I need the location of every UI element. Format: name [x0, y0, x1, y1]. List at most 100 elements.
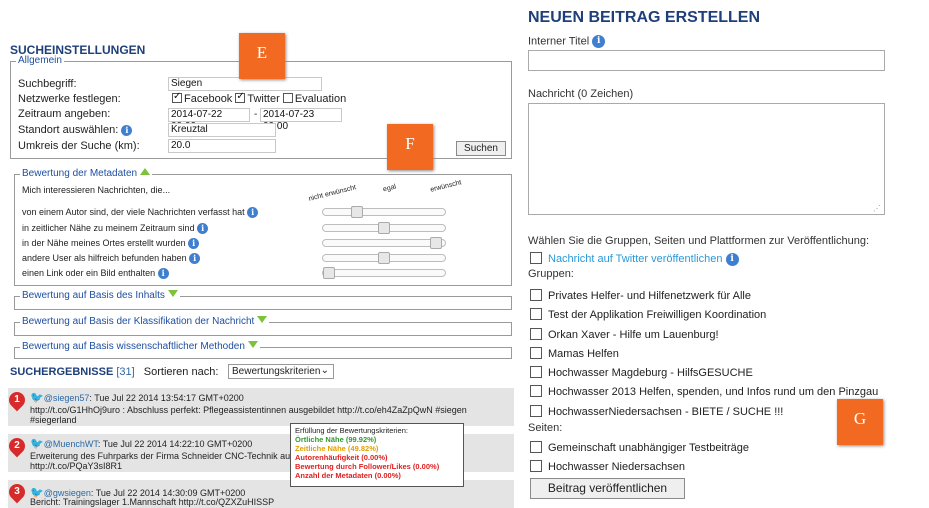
group-checkbox[interactable]	[530, 347, 542, 359]
network-facebook[interactable]: Facebook	[172, 91, 232, 105]
info-icon[interactable]: i	[247, 207, 259, 219]
tooltip-row: Örtliche Nähe (99.92%)	[295, 435, 377, 444]
group-checkbox[interactable]	[530, 328, 542, 340]
group-checkbox[interactable]	[530, 366, 542, 378]
evaluation-checkbox[interactable]	[282, 93, 293, 103]
arrow-down-icon	[167, 290, 178, 297]
group-checkbox[interactable]	[530, 385, 542, 397]
tooltip-row: Anzahl der Metadaten (0.00%)	[295, 471, 401, 480]
marker-f: F	[387, 124, 433, 170]
post-text: http://t.co/G1HhOj9uro : Abschluss perfe…	[30, 405, 467, 415]
group-checkbox[interactable]	[530, 308, 542, 320]
rank-number: 2	[14, 440, 20, 451]
criterion-slider[interactable]	[322, 267, 446, 279]
search-button[interactable]: Suchen	[456, 141, 506, 156]
message-label: Nachricht (0 Zeichen)	[528, 88, 634, 100]
criterion-slider[interactable]	[322, 237, 446, 249]
twitter-bird-icon: 🐦	[30, 392, 44, 404]
group-option[interactable]: HochwasserNiedersachsen - BIETE / SUCHE …	[530, 405, 783, 418]
classification-rating-legend[interactable]: Bewertung auf Basis der Klassifikation d…	[20, 316, 270, 327]
group-option[interactable]: Orkan Xaver - Hilfe um Lauenburg!	[530, 328, 719, 341]
content-rating-legend[interactable]: Bewertung auf Basis des Inhalts	[20, 290, 180, 301]
post-user-link[interactable]: @MuenchWT	[44, 439, 98, 449]
info-icon[interactable]: i	[188, 238, 200, 250]
chevron-down-icon: ⌄	[320, 365, 329, 376]
internal-title-label: Interner Titel i	[528, 35, 606, 48]
page-option[interactable]: Hochwasser Niedersachsen	[530, 460, 685, 473]
info-icon[interactable]: i	[197, 223, 209, 235]
period-label: Zeitraum angeben:	[18, 108, 111, 120]
group-option[interactable]: Hochwasser Magdeburg - HilfsGESUCHE	[530, 366, 753, 379]
group-option[interactable]: Hochwasser 2013 Helfen, spenden, und Inf…	[530, 385, 878, 398]
pages-label: Seiten:	[528, 422, 563, 434]
rank-number: 3	[14, 486, 20, 497]
twitter-bird-icon: 🐦	[30, 438, 44, 450]
period-from-input[interactable]: 2014-07-22 00:00	[168, 108, 250, 132]
scientific-rating-legend[interactable]: Bewertung auf Basis wissenschaftlicher M…	[20, 341, 260, 352]
radius-label: Umkreis der Suche (km):	[18, 140, 140, 152]
post-meta: 🐦@siegen57: Tue Jul 22 2014 13:54:17 GMT…	[30, 392, 244, 404]
info-icon[interactable]: i	[121, 124, 133, 136]
post-text: Bericht: Trainingslager 1.Mannschaft htt…	[30, 497, 275, 507]
choose-label: Wählen Sie die Gruppen, Seiten und Platt…	[528, 235, 870, 247]
criterion-label: andere User als hilfreich befunden haben…	[22, 253, 201, 265]
slider-thumb[interactable]	[350, 206, 363, 218]
tooltip-row: Bewertung durch Follower/Likes (0.00%)	[295, 462, 440, 471]
radius-input[interactable]: 20.0	[168, 139, 276, 153]
networks-group: Facebook Twitter Evaluation	[172, 91, 346, 105]
info-icon[interactable]: i	[157, 268, 169, 280]
publish-button[interactable]: Beitrag veröffentlichen	[530, 478, 685, 499]
twitter-option[interactable]: Nachricht auf Twitter veröffentlichen i	[530, 252, 739, 266]
location-input[interactable]: Kreuztal	[168, 123, 276, 137]
rank-number: 1	[14, 394, 20, 405]
criterion-slider[interactable]	[322, 252, 446, 264]
slider-thumb[interactable]	[378, 222, 390, 234]
criterion-label: von einem Autor sind, der viele Nachrich…	[22, 207, 259, 219]
group-option[interactable]: Test der Applikation Freiwilligen Koordi…	[530, 308, 766, 321]
metadata-intro: Mich interessieren Nachrichten, die...	[22, 185, 171, 195]
slider-thumb[interactable]	[323, 267, 335, 279]
page-checkbox[interactable]	[530, 441, 542, 453]
facebook-checkbox[interactable]	[172, 91, 182, 103]
criterion-slider[interactable]	[322, 206, 446, 218]
internal-title-input[interactable]	[528, 50, 885, 71]
twitter-option-checkbox[interactable]	[530, 252, 542, 264]
tooltip-row: Zeitliche Nähe (49.82%)	[295, 444, 379, 453]
period-separator: -	[254, 109, 258, 120]
post-text: Erweiterung des Fuhrparks der Firma Schn…	[30, 451, 291, 461]
metadata-legend[interactable]: Bewertung der Metadaten	[20, 168, 152, 179]
sort-select[interactable]: Bewertungskriterien ⌄	[228, 364, 334, 379]
arrow-up-icon	[139, 168, 150, 175]
post-text: #siegerland	[30, 415, 77, 425]
criterion-label: in der Nähe meines Ortes erstellt wurden…	[22, 238, 200, 250]
slider-thumb[interactable]	[429, 237, 442, 249]
sort-label: Sortieren nach:	[143, 366, 219, 378]
groups-label: Gruppen:	[528, 268, 574, 280]
network-evaluation[interactable]: Evaluation	[282, 93, 346, 105]
group-checkbox[interactable]	[530, 289, 542, 301]
criterion-slider[interactable]	[322, 222, 446, 234]
slider-thumb[interactable]	[378, 252, 390, 264]
twitter-checkbox[interactable]	[235, 91, 246, 103]
arrow-down-icon	[257, 316, 268, 323]
new-post-heading: NEUEN BEITRAG ERSTELLEN	[528, 9, 761, 26]
period-to-input[interactable]: 2014-07-23 00:00	[260, 108, 342, 132]
group-option[interactable]: Privates Helfer- und Hilfenetzwerk für A…	[530, 289, 751, 302]
resize-handle-icon[interactable]: ⋰	[873, 204, 881, 213]
network-twitter[interactable]: Twitter	[235, 91, 280, 105]
page-checkbox[interactable]	[530, 460, 542, 472]
tooltip-title: Erfüllung der Bewertungskriterien:	[295, 426, 408, 435]
page-option[interactable]: Gemeinschaft unabhängiger Testbeiträge	[530, 441, 749, 454]
group-option[interactable]: Mamas Helfen	[530, 347, 619, 360]
criterion-label: in zeitlicher Nähe zu meinem Zeitraum si…	[22, 223, 209, 235]
info-icon[interactable]: i	[592, 35, 606, 48]
marker-e: E	[239, 33, 285, 79]
results-header: SUCHERGEBNISSE [31] Sortieren nach:	[10, 366, 218, 378]
search-term-label: Suchbegriff:	[18, 78, 77, 90]
group-checkbox[interactable]	[530, 405, 542, 417]
search-term-input[interactable]: Siegen	[168, 77, 322, 91]
post-user-link[interactable]: @siegen57	[44, 393, 90, 403]
info-icon[interactable]: i	[725, 252, 739, 266]
info-icon[interactable]: i	[189, 253, 201, 265]
message-textarea[interactable]: ⋰	[528, 103, 885, 215]
